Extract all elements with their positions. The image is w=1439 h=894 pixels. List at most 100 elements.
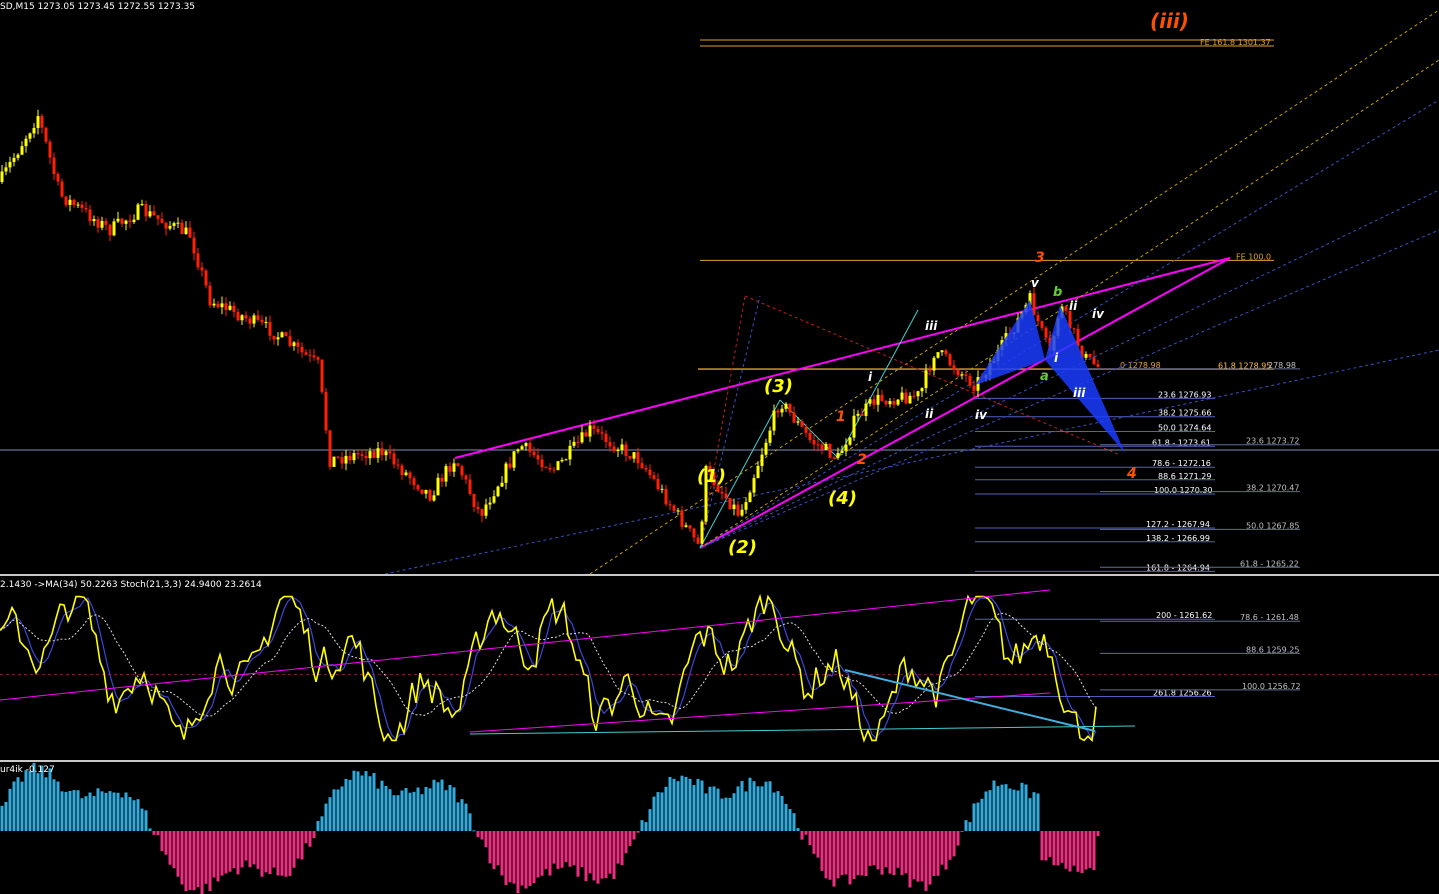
hist-bar	[24, 770, 28, 831]
candle-body	[688, 525, 692, 529]
hist-bar	[804, 831, 808, 835]
wave-label: (1)	[697, 466, 726, 487]
candle-body	[764, 442, 768, 455]
candle-body	[536, 455, 540, 460]
candle-body	[108, 224, 112, 236]
hist-bar	[220, 831, 224, 876]
candle-body	[584, 432, 588, 437]
hist-bar	[144, 810, 148, 831]
hist-bar	[332, 789, 336, 831]
hist-bar	[12, 781, 16, 831]
candle-body	[744, 502, 748, 510]
hist-bar	[912, 831, 916, 880]
hist-bar	[584, 831, 588, 882]
hist-bar	[72, 790, 76, 831]
hist-bar	[500, 831, 504, 876]
candle-body	[220, 303, 224, 308]
hist-bar	[408, 792, 412, 831]
hist-bar	[128, 796, 132, 831]
candle-body	[1088, 353, 1092, 358]
candle-body	[872, 399, 876, 405]
candle-body	[596, 428, 600, 433]
hist-bar	[240, 831, 244, 868]
hist-bar	[120, 797, 124, 831]
candle-body	[24, 138, 28, 147]
hist-bar	[48, 768, 52, 831]
candle-body	[552, 469, 556, 471]
candle-body	[288, 336, 292, 347]
candle-body	[456, 463, 460, 467]
hist-bar	[696, 778, 700, 831]
hist-bar	[792, 813, 796, 831]
candle-body	[628, 456, 632, 459]
candle-body	[796, 421, 800, 423]
candle-body	[320, 359, 324, 393]
hist-bar	[932, 831, 936, 876]
candle-body	[436, 477, 440, 496]
fib-label: 78.6 - 1261.48	[1240, 613, 1299, 622]
hist-bar	[496, 831, 500, 866]
candle-body	[892, 401, 896, 405]
hist-bar	[364, 771, 368, 831]
hist-bar	[20, 781, 24, 831]
hist-bar	[600, 831, 604, 879]
histogram-panel	[0, 762, 1100, 894]
hist-bar	[872, 831, 876, 866]
hist-bar	[492, 831, 496, 869]
candle-body	[304, 352, 308, 355]
hist-bar	[904, 831, 908, 874]
candle-body	[8, 161, 12, 168]
hist-bar	[1024, 784, 1028, 831]
hist-bar	[848, 831, 852, 885]
candle-body	[176, 222, 180, 224]
hist-bar	[260, 831, 264, 877]
candle-body	[800, 421, 804, 427]
hist-bar	[100, 791, 104, 831]
candle-body	[208, 285, 212, 306]
candle-body	[956, 369, 960, 376]
hist-bar	[248, 831, 252, 868]
hist-bar	[324, 803, 328, 831]
candle-body	[440, 477, 444, 482]
hist-bar	[960, 831, 964, 832]
hist-bar	[612, 831, 616, 880]
hist-bar	[1080, 831, 1084, 874]
hist-bar	[888, 831, 892, 874]
hist-bar	[512, 831, 516, 884]
hist-bar	[964, 820, 968, 831]
candle-body	[492, 496, 496, 503]
hist-bar	[340, 786, 344, 831]
hist-bar	[1060, 831, 1064, 863]
hist-bar	[1064, 831, 1068, 869]
candle-body	[820, 444, 824, 450]
panel-separator-2[interactable]	[0, 760, 1439, 762]
hist-bar	[108, 791, 112, 831]
stoch-main-line	[0, 593, 1097, 743]
candle-body	[772, 410, 776, 431]
hist-bar	[464, 803, 468, 831]
candle-body	[16, 154, 20, 158]
hist-bar	[56, 781, 60, 831]
hist-bar	[1044, 831, 1048, 861]
hist-bar	[980, 798, 984, 831]
candle-body	[472, 494, 476, 507]
candle-body	[792, 412, 796, 423]
hist-bar	[52, 779, 56, 831]
hist-bar	[136, 799, 140, 831]
wave-label: 3	[1035, 250, 1045, 266]
hist-bar	[984, 791, 988, 831]
hist-bar	[756, 786, 760, 831]
hist-bar	[988, 790, 992, 831]
candle-body	[664, 488, 668, 505]
candle-body	[888, 401, 892, 405]
hist-bar	[156, 831, 160, 836]
fib-label: 200 - 1261.62	[1156, 611, 1212, 620]
candle-body	[672, 505, 676, 511]
hist-bar	[876, 831, 880, 870]
candle-body	[328, 430, 332, 467]
hist-bar	[424, 786, 428, 831]
panel-separator-1[interactable]	[0, 574, 1439, 576]
trend-line	[699, 295, 761, 549]
fib-label: 61.8 - 1273.61	[1152, 438, 1211, 447]
candle-body	[636, 452, 640, 464]
